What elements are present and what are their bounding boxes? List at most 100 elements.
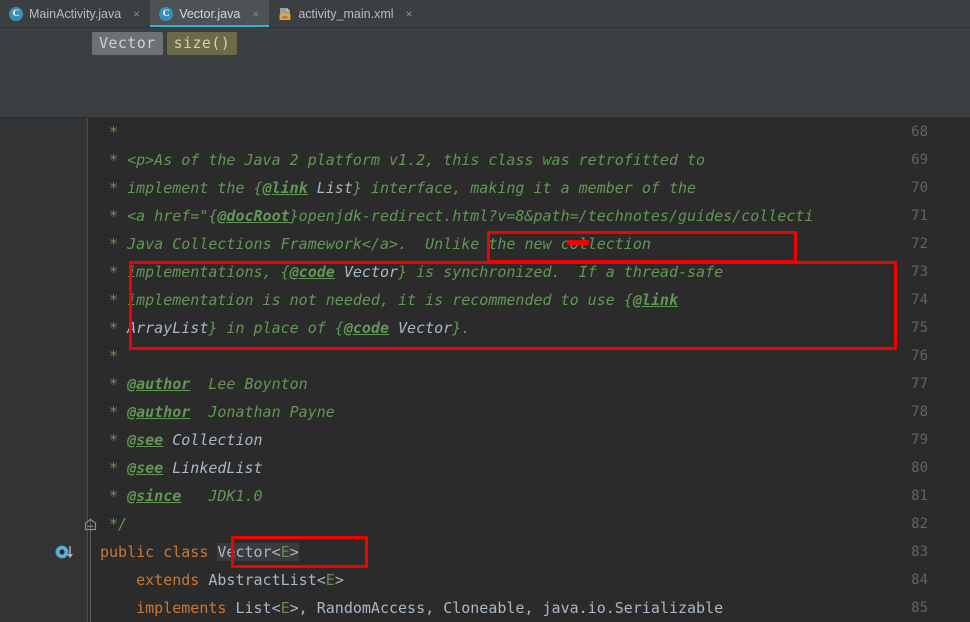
code-token: } is synchronized. If a thread-safe — [398, 263, 724, 281]
code-token: RandomAccess — [316, 599, 426, 617]
code-token: >, — [289, 599, 317, 617]
close-icon[interactable]: × — [131, 7, 142, 21]
code-line[interactable]: 70 * implement the {@link List} interfac… — [0, 174, 970, 202]
code-line[interactable]: 74 * implementation is not needed, it is… — [0, 286, 970, 314]
code-token: @docRoot — [217, 207, 290, 225]
line-number: 76 — [911, 348, 928, 364]
code-token: } in place of { — [208, 319, 344, 337]
code-text: implements List<E>, RandomAccess, Clonea… — [89, 594, 723, 622]
code-line[interactable]: 78 * @author Jonathan Payne — [0, 398, 970, 426]
code-line[interactable]: 73 * implementations, {@code Vector} is … — [0, 258, 970, 286]
code-line[interactable]: 76 * — [0, 342, 970, 370]
code-token: @since — [127, 487, 182, 505]
java-class-icon: C — [9, 6, 23, 21]
code-line[interactable]: 79 * @see Collection — [0, 426, 970, 454]
tab-vector-java[interactable]: C Vector.java × — [150, 0, 270, 27]
code-text: * ArrayList} in place of {@code Vector}. — [89, 314, 470, 342]
code-lines: 68 * 69 * <p>As of the Java 2 platform v… — [0, 118, 970, 622]
code-token: List — [316, 179, 353, 197]
code-token: @code — [289, 263, 335, 281]
line-number: 82 — [911, 516, 928, 532]
code-line[interactable]: 69 * <p>As of the Java 2 platform v1.2, … — [0, 146, 970, 174]
tab-activity-main-xml[interactable]: <> activity_main.xml × — [269, 0, 422, 27]
code-text: */ — [89, 510, 127, 538]
code-token: @see — [127, 431, 164, 449]
code-token: extends — [136, 571, 200, 589]
code-text: * @since JDK1.0 — [89, 482, 263, 510]
code-token: AbstractList — [208, 571, 317, 589]
code-token: * implementations, { — [100, 263, 290, 281]
line-number: 74 — [911, 292, 928, 308]
code-text: public class Vector<E> — [89, 538, 299, 566]
code-token: , — [524, 599, 543, 617]
code-token: < — [316, 571, 326, 589]
code-token: < — [271, 599, 281, 617]
code-text: * @see LinkedList — [89, 454, 263, 482]
code-line[interactable]: 84 extends AbstractList<E> — [0, 566, 970, 594]
code-token: ArrayList — [127, 319, 209, 337]
code-token: > — [289, 543, 299, 561]
line-number: 70 — [911, 180, 928, 196]
code-token: class — [163, 543, 209, 561]
line-number: 73 — [911, 264, 928, 280]
code-token: * — [100, 459, 128, 477]
line-number: 69 — [911, 152, 928, 168]
code-token: E — [325, 571, 335, 589]
code-line[interactable]: 72 * Java Collections Framework</a>. Unl… — [0, 230, 970, 258]
code-token: @see — [127, 459, 164, 477]
code-line[interactable]: 83 public class Vector<E> — [0, 538, 970, 566]
close-icon[interactable]: × — [250, 7, 261, 21]
code-token: * — [100, 347, 128, 365]
code-line[interactable]: 75 * ArrayList} in place of {@code Vecto… — [0, 314, 970, 342]
code-token: */ — [100, 515, 128, 533]
tab-mainactivity-java[interactable]: C MainActivity.java × — [0, 0, 150, 27]
code-text: * implement the {@link List} interface, … — [89, 174, 696, 202]
code-token: * implementation is not needed, it is re… — [100, 291, 633, 309]
code-line[interactable]: 85 implements List<E>, RandomAccess, Clo… — [0, 594, 970, 622]
line-number: 80 — [911, 460, 928, 476]
code-text: * implementation is not needed, it is re… — [89, 286, 678, 314]
code-token: @link — [632, 291, 678, 309]
breadcrumb-class[interactable]: Vector — [92, 31, 163, 55]
code-token: java.io.Serializable — [542, 599, 724, 617]
java-class-icon: C — [159, 6, 174, 21]
code-token: implements — [136, 599, 227, 617]
code-token: * — [100, 375, 128, 393]
line-number: 83 — [911, 544, 928, 560]
code-line[interactable]: 77 * @author Lee Boynton — [0, 370, 970, 398]
code-token: Collection — [172, 431, 263, 449]
close-icon[interactable]: × — [404, 7, 415, 21]
line-number: 84 — [911, 572, 928, 588]
code-token: * — [100, 123, 128, 141]
code-token: > — [334, 571, 344, 589]
code-token: , — [425, 599, 444, 617]
code-token: }. — [452, 319, 471, 337]
code-token: @link — [262, 179, 308, 197]
code-token: * implement the { — [100, 179, 263, 197]
line-number: 79 — [911, 432, 928, 448]
code-token: @author — [127, 403, 191, 421]
code-line[interactable]: 68 * — [0, 118, 970, 146]
code-token: @code — [343, 319, 389, 337]
line-number: 85 — [911, 600, 928, 616]
code-line[interactable]: 82 */ — [0, 510, 970, 538]
code-line[interactable]: 71 * <a href="{@docRoot}openjdk-redirect… — [0, 202, 970, 230]
code-text: * — [89, 342, 127, 370]
implemented-method-icon[interactable] — [55, 545, 81, 560]
svg-text:<>: <> — [282, 14, 288, 20]
line-number: 78 — [911, 404, 928, 420]
code-line[interactable]: 81 * @since JDK1.0 — [0, 482, 970, 510]
code-token: }openjdk-redirect.html?v=8&path=/technot… — [289, 207, 814, 225]
breadcrumb-method[interactable]: size() — [166, 31, 238, 55]
code-editor[interactable]: 68 * 69 * <p>As of the Java 2 platform v… — [0, 118, 970, 622]
line-number: 72 — [911, 236, 928, 252]
code-token: List — [235, 599, 272, 617]
code-token: * <a href="{ — [100, 207, 218, 225]
find-replace-panel: capacity ↵ ✕ — [0, 58, 970, 172]
code-line[interactable]: 80 * @see LinkedList — [0, 454, 970, 482]
